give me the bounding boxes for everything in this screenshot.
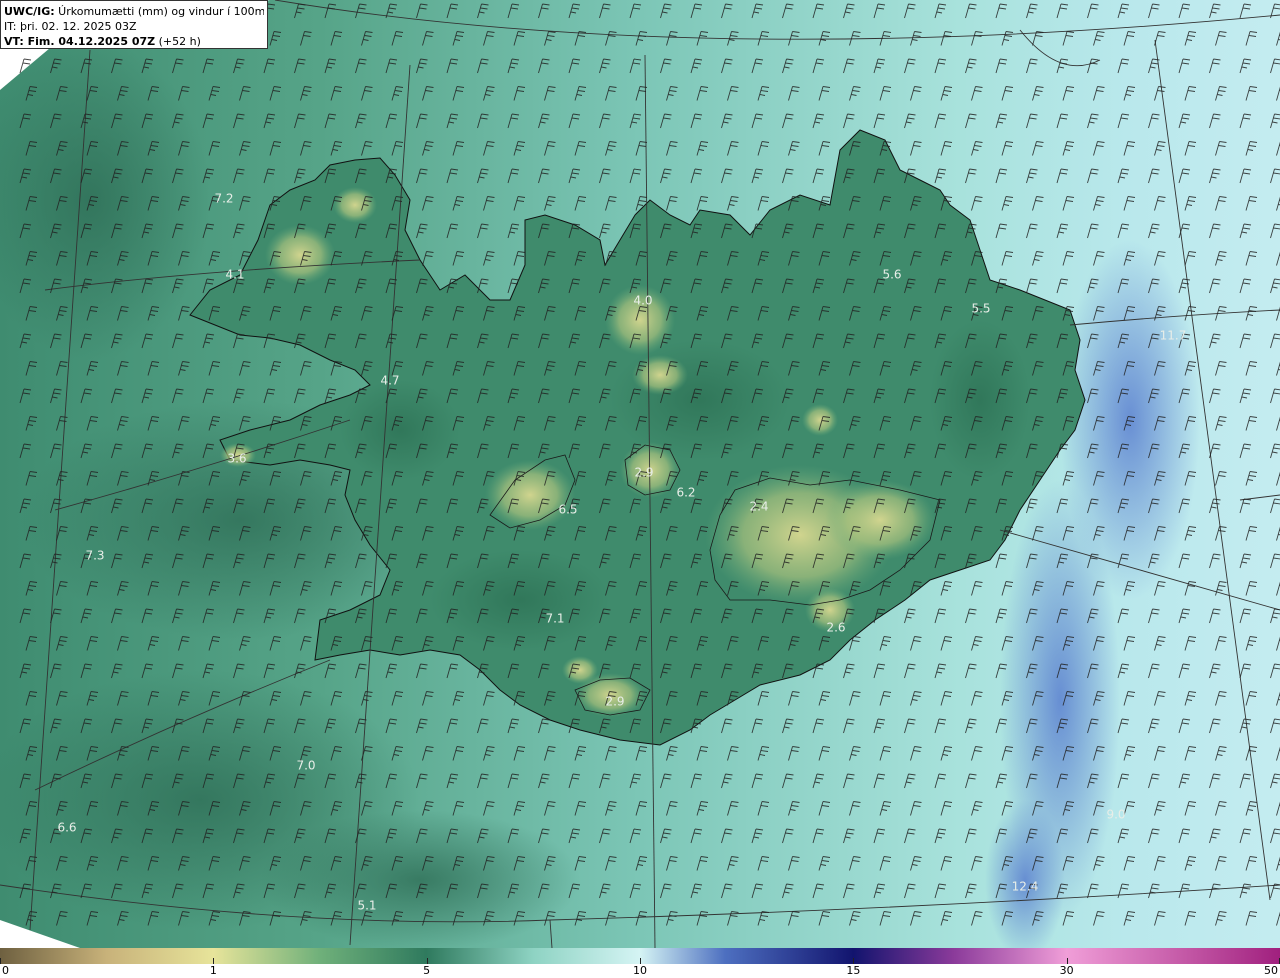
colorbar-tick-label: 30 bbox=[1059, 964, 1074, 977]
product-code: UWC/IG: bbox=[4, 5, 55, 18]
forecast-hours: (+52 h) bbox=[155, 35, 201, 48]
precip-value-label: 6.2 bbox=[676, 486, 695, 500]
precip-value-label: 6.6 bbox=[57, 821, 76, 835]
colorbar-tick-mark bbox=[853, 958, 855, 964]
product-description: Úrkomumætti (mm) og vindur í 100m hæð bbox=[58, 5, 264, 18]
map-title-box: UWC/IG: Úrkomumætti (mm) og vindur í 100… bbox=[0, 0, 268, 49]
colorbar-tick-label: 0 bbox=[2, 964, 9, 977]
precip-value-label: 4.7 bbox=[380, 374, 399, 388]
precip-value-label: 2.9 bbox=[605, 695, 624, 709]
precip-value-label: 6.5 bbox=[558, 503, 577, 517]
precip-value-label: 4.0 bbox=[633, 294, 652, 308]
precip-value-label: 7.1 bbox=[545, 612, 564, 626]
precip-value-label: 9.0 bbox=[1106, 808, 1125, 822]
precip-value-label: 7.0 bbox=[296, 759, 315, 773]
colorbar-tick-mark bbox=[1066, 958, 1068, 964]
precip-value-label: 3.6 bbox=[227, 452, 246, 466]
colorbar-tick-label: 10 bbox=[633, 964, 647, 977]
weather-map: 7.2 4.1 4.7 4.0 5.6 5.5 11.7 3.6 2.9 6.2 6.5 2.4 7.3… bbox=[0, 0, 1280, 948]
precip-value-label: 12.4 bbox=[1012, 880, 1039, 894]
precip-value-label: 2.4 bbox=[749, 500, 768, 514]
colorbar-tick-mark bbox=[640, 958, 641, 964]
colorbar-tick-label: 1 bbox=[209, 964, 217, 977]
precip-value-label: 11.7 bbox=[1160, 329, 1187, 343]
colorbar-tick-mark bbox=[0, 958, 1, 964]
colorbar: 0 1 5 10 15 30 50 bbox=[0, 948, 1280, 978]
precip-value-label: 5.1 bbox=[357, 899, 376, 913]
precip-value-label: 2.6 bbox=[826, 621, 845, 635]
precip-value-label: 7.3 bbox=[85, 549, 104, 563]
precip-value-label: 4.1 bbox=[225, 268, 244, 282]
colorbar-tick-label: 15 bbox=[846, 964, 861, 977]
precip-value-label: 5.5 bbox=[971, 302, 990, 316]
valid-time: VT: Fim. 04.12.2025 07Z bbox=[4, 35, 156, 48]
colorbar-tick-mark bbox=[213, 958, 215, 964]
colorbar-tick-mark bbox=[426, 958, 428, 964]
precip-value-label: 5.6 bbox=[882, 268, 901, 282]
precip-value-label: 2.9 bbox=[634, 466, 653, 480]
precip-value-label: 7.2 bbox=[214, 192, 233, 206]
issue-time: IT: þri. 02. 12. 2025 03Z bbox=[4, 20, 137, 33]
colorbar-tick-label: 50 bbox=[1264, 964, 1278, 977]
colorbar-tick-label: 5 bbox=[423, 964, 431, 977]
